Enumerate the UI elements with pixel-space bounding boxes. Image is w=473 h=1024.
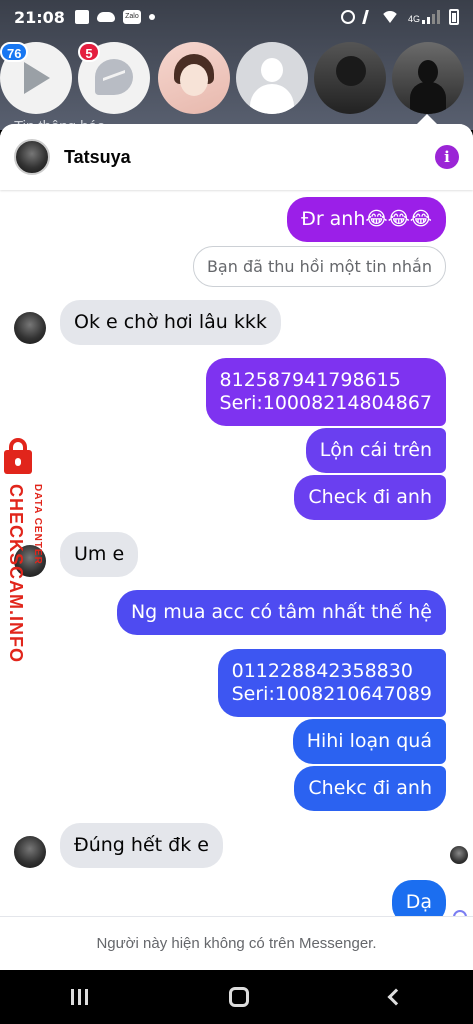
message-outgoing[interactable]: Đr anh😂😂😂	[287, 197, 446, 242]
messenger-icon	[95, 59, 133, 95]
message-incoming[interactable]: Ok e chờ hơi lâu kkk	[60, 300, 281, 345]
info-icon[interactable]: i	[435, 145, 459, 169]
message-outgoing[interactable]: Lộn cái trên	[305, 428, 446, 473]
chat-heads-row: 76 5	[0, 42, 473, 117]
contact-mini-avatar	[14, 312, 46, 344]
default-avatar-body	[250, 84, 294, 114]
recalled-message-notice: Bạn đã thu hồi một tin nhắn	[192, 246, 446, 287]
message-outgoing[interactable]: Hihi loạn quá	[292, 719, 446, 764]
play-icon	[24, 62, 50, 94]
message-outgoing[interactable]: Check đi anh	[294, 475, 446, 520]
zalo-icon: Zalo	[122, 10, 141, 24]
chat-head-contact-1[interactable]	[158, 42, 230, 114]
message-line: 812587941798615	[219, 369, 401, 391]
message-line: Seri:1008210647089	[231, 683, 432, 705]
unread-badge-video: 76	[0, 42, 29, 62]
avatar-figure-head	[418, 60, 438, 84]
system-icons: 4G	[340, 9, 459, 25]
system-nav-bar	[0, 970, 473, 1024]
message-outgoing[interactable]: Chekc đi anh	[294, 766, 446, 811]
message-outgoing[interactable]: 011228842358830 Seri:1008210647089	[217, 649, 446, 717]
chat-head-tatsuya[interactable]	[392, 42, 464, 114]
watermark-logo: CHECKSCAM.INFO DATA CENTER	[2, 436, 50, 666]
image-icon	[74, 10, 89, 24]
watermark-subtext: DATA CENTER	[32, 484, 43, 565]
notification-icons: Zalo	[74, 10, 155, 24]
contact-avatar[interactable]	[14, 139, 50, 175]
home-button[interactable]	[228, 987, 249, 1007]
recent-apps-button[interactable]	[70, 989, 88, 1005]
read-receipt-avatar	[450, 846, 468, 864]
message-incoming[interactable]: Um e	[60, 532, 139, 577]
message-outgoing[interactable]: Ng mua acc có tâm nhất thế hệ	[116, 590, 446, 635]
message-line: Seri:10008214804867	[219, 392, 432, 414]
message-incoming[interactable]: Đúng hết đk e	[60, 823, 223, 868]
back-button[interactable]	[387, 988, 405, 1006]
mute-icon	[362, 10, 374, 24]
alarm-icon	[340, 10, 355, 24]
watermark-text: CHECKSCAM.INFO	[6, 484, 26, 663]
message-outgoing[interactable]: 812587941798615 Seri:10008214804867	[205, 358, 446, 426]
battery-icon	[449, 9, 459, 25]
4g-signal-icon: 4G	[408, 10, 440, 24]
network-type-label: 4G	[407, 14, 420, 24]
avatar-face	[180, 64, 208, 96]
chat-header: Tatsuya i	[0, 124, 473, 190]
dot-icon	[148, 14, 155, 20]
avatar-figure	[336, 56, 366, 86]
unavailable-notice: Người này hiện không có trên Messenger.	[0, 916, 473, 970]
status-bar: 21:08 Zalo 4G	[0, 0, 473, 34]
chat-head-contact-2[interactable]	[236, 42, 308, 114]
avatar-figure-body	[410, 82, 446, 114]
chat-window: Tatsuya i Đr anh😂😂😂 Bạn đã thu hồi một t…	[0, 124, 473, 970]
message-line: 011228842358830	[231, 660, 413, 682]
cloud-icon	[96, 12, 115, 22]
wifi-icon	[380, 11, 399, 23]
contact-mini-avatar	[14, 836, 46, 868]
lock-icon-keyhole	[15, 458, 21, 466]
message-list[interactable]: Đr anh😂😂😂 Bạn đã thu hồi một tin nhắn Ok…	[0, 190, 473, 925]
status-time: 21:08	[14, 7, 65, 27]
contact-name[interactable]: Tatsuya	[64, 147, 131, 168]
chat-head-contact-3[interactable]	[314, 42, 386, 114]
unread-badge-messenger: 5	[78, 42, 100, 62]
default-avatar-head	[261, 58, 283, 82]
